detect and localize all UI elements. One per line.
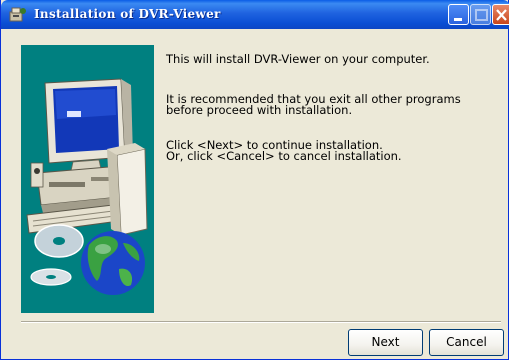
maximize-button bbox=[470, 4, 491, 25]
title-bar[interactable]: Installation of DVR-Viewer bbox=[1, 0, 509, 29]
cancel-button[interactable]: Cancel bbox=[429, 329, 504, 356]
close-button[interactable] bbox=[492, 4, 509, 25]
close-icon bbox=[496, 9, 507, 21]
window-title: Installation of DVR-Viewer bbox=[34, 7, 221, 21]
message-line-5: Or, click <Cancel> to cancel installatio… bbox=[166, 149, 402, 163]
next-button[interactable]: Next bbox=[348, 329, 423, 356]
message-line-3: before proceed with installation. bbox=[166, 103, 353, 117]
installer-window: Installation of DVR-Viewer This will ins… bbox=[0, 0, 509, 360]
computer-and-cd-globe-illustration bbox=[26, 78, 148, 295]
minimize-icon bbox=[454, 18, 462, 21]
button-divider bbox=[21, 321, 501, 323]
illustration-panel bbox=[21, 45, 154, 313]
maximize-icon bbox=[475, 9, 488, 21]
installer-app-icon bbox=[9, 6, 27, 23]
minimize-button[interactable] bbox=[448, 4, 469, 25]
message-line-1: This will install DVR-Viewer on your com… bbox=[166, 52, 430, 66]
